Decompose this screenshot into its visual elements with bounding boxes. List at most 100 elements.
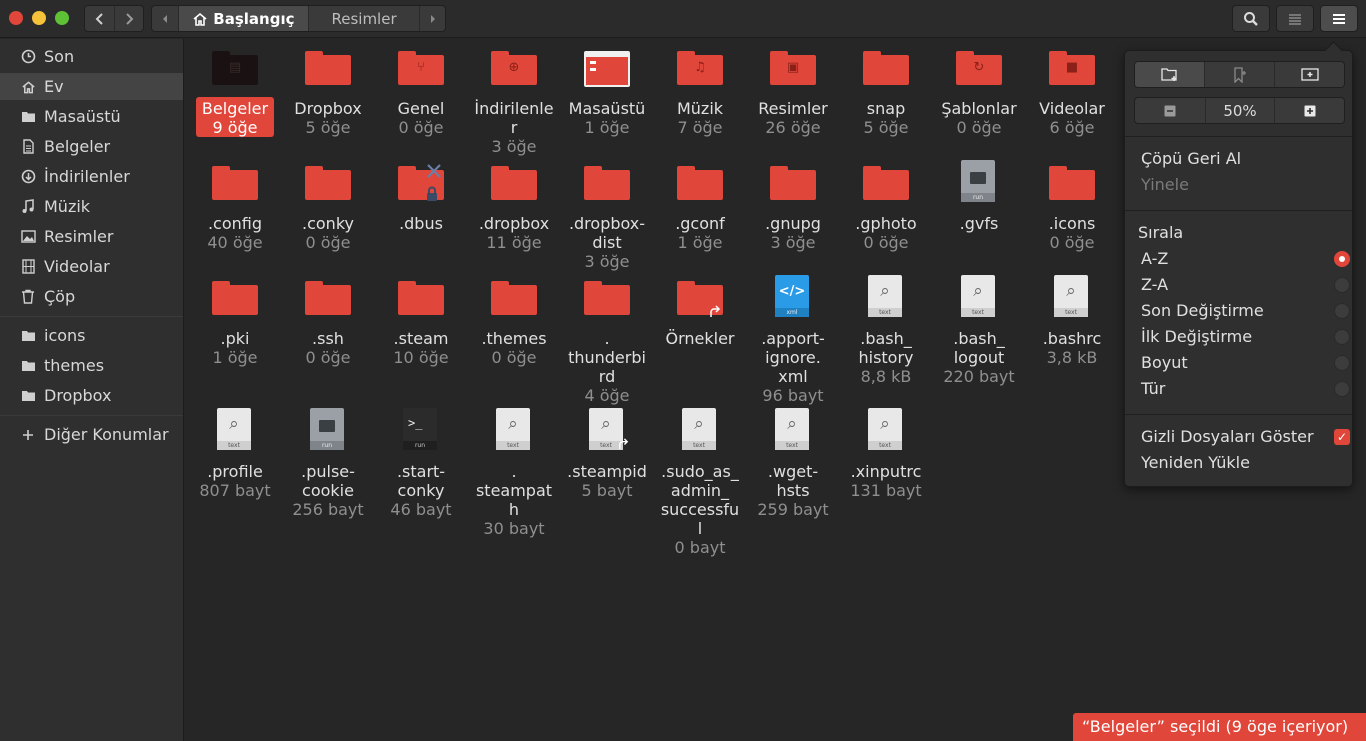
file-item-genel[interactable]: ⑂ Genel 0 öğe	[375, 39, 467, 137]
file-item-steampath[interactable]: ⌕ text . steampat h 30 bayt	[468, 402, 560, 538]
home-icon	[20, 79, 36, 95]
sort-option-first-modified[interactable]: İlk Değiştirme	[1141, 326, 1350, 348]
sidebar-item-belgeler[interactable]: Belgeler	[0, 133, 183, 160]
sidebar-other-locations[interactable]: Diğer Konumlar	[0, 421, 183, 448]
sidebar-item-cop[interactable]: Çöp	[0, 283, 183, 310]
reload-item[interactable]: Yeniden Yükle	[1141, 452, 1341, 474]
sidebar-item-muzik[interactable]: Müzik	[0, 193, 183, 220]
no-access-icon	[427, 164, 441, 178]
new-folder-button[interactable]	[1135, 62, 1204, 87]
file-item-apport-ignore[interactable]: </> xml .apport-ignore. xml 96 bayt	[747, 269, 839, 405]
breadcrumb-scroll-right[interactable]	[419, 6, 445, 31]
folder-video-icon: ■	[1048, 49, 1096, 97]
breadcrumb-home[interactable]: Başlangıç	[177, 6, 308, 31]
sidebar-item-masaustu[interactable]: Masaüstü	[0, 103, 183, 130]
breadcrumb-scroll-left[interactable]	[152, 6, 178, 31]
sort-option-type[interactable]: Tür	[1141, 378, 1350, 400]
breadcrumb-resimler[interactable]: Resimler	[307, 6, 419, 31]
radio-icon[interactable]	[1334, 381, 1350, 397]
image-icon	[20, 229, 36, 245]
file-item-resimler[interactable]: ▣ Resimler 26 öğe	[747, 39, 839, 137]
file-item-videolar[interactable]: ■ Videolar 6 öğe	[1026, 39, 1118, 137]
film-icon	[20, 259, 36, 275]
radio-icon[interactable]	[1334, 329, 1350, 345]
file-item-wget-hsts[interactable]: ⌕ text .wget-hsts 259 bayt	[747, 402, 839, 519]
file-item-conky[interactable]: .conky 0 öğe	[282, 154, 374, 252]
sidebar-item-ev[interactable]: Ev	[0, 73, 183, 100]
radio-icon[interactable]	[1334, 303, 1350, 319]
close-window-button[interactable]	[9, 11, 23, 25]
file-item-indirilenler[interactable]: ⊕ İndirilenle r 3 öğe	[468, 39, 560, 156]
sidebar-item-son[interactable]: Son	[0, 43, 183, 70]
minimize-window-button[interactable]	[32, 11, 46, 25]
file-item-snap[interactable]: snap 5 öğe	[840, 39, 932, 137]
file-item-gphoto[interactable]: .gphoto 0 öğe	[840, 154, 932, 252]
file-info: 5 bayt	[581, 481, 633, 500]
bookmark-add-button[interactable]	[1204, 62, 1274, 87]
sort-option-last-modified[interactable]: Son Değiştirme	[1141, 300, 1350, 322]
sort-option-z-a[interactable]: Z-A	[1141, 274, 1350, 296]
file-item-gconf[interactable]: .gconf 1 öğe	[654, 154, 746, 252]
file-item-xinputrc[interactable]: ⌕ text .xinputrc 131 bayt	[840, 402, 932, 500]
sort-option-size[interactable]: Boyut	[1141, 352, 1350, 374]
file-item-start-conky[interactable]: >_ run .start-conky 46 bayt	[375, 402, 467, 519]
sidebar-item-videolar[interactable]: Videolar	[0, 253, 183, 280]
file-info: 5 öğe	[305, 118, 351, 137]
music-icon	[20, 199, 36, 215]
file-type-band: text	[682, 441, 716, 450]
file-item-belgeler[interactable]: ▤ Belgeler 9 öğe	[189, 39, 281, 137]
maximize-window-button[interactable]	[55, 11, 69, 25]
file-item-ssh[interactable]: .ssh 0 öğe	[282, 269, 374, 367]
file-item-sudo-as-admin[interactable]: ⌕ text .sudo_as_ admin_ successfu l 0 bayt	[654, 402, 746, 557]
text-file-icon: ⌕ text	[862, 408, 910, 460]
sidebar-item-indirilenler[interactable]: İndirilenler	[0, 163, 183, 190]
zoom-out-button[interactable]	[1135, 98, 1205, 123]
search-button[interactable]	[1232, 5, 1270, 32]
file-item-steam[interactable]: .steam 10 öğe	[375, 269, 467, 367]
checkbox-checked-icon[interactable]: ✓	[1334, 429, 1350, 445]
file-name: . thunderbi rd	[568, 329, 646, 386]
zoom-in-button[interactable]	[1274, 98, 1344, 123]
file-item-bash-history[interactable]: ⌕ text .bash_ history 8,8 kB	[840, 269, 932, 386]
file-item-masaustu[interactable]: Masaüstü 1 öğe	[561, 39, 653, 137]
file-item-ornekler[interactable]: Örnekler	[654, 269, 746, 348]
file-item-dropbox[interactable]: Dropbox 5 öğe	[282, 39, 374, 137]
sidebar-item-resimler[interactable]: Resimler	[0, 223, 183, 250]
new-tab-button[interactable]	[1274, 62, 1344, 87]
file-item-dbus[interactable]: .dbus	[375, 154, 467, 233]
file-item-sablonlar[interactable]: ↻ Şablonlar 0 öğe	[933, 39, 1025, 137]
file-item-muzik[interactable]: ♫ Müzik 7 öğe	[654, 39, 746, 137]
file-item-dropbox-hidden[interactable]: .dropbox 11 öğe	[468, 154, 560, 252]
view-toggle-button[interactable]	[1276, 5, 1314, 32]
file-item-bashrc[interactable]: ⌕ text .bashrc 3,8 kB	[1026, 269, 1118, 367]
main-menu-popover: 50% Çöpü Geri Al Yinele Sırala A-Z Z-A S…	[1124, 50, 1353, 487]
sidebar-bookmark-themes[interactable]: themes	[0, 352, 183, 379]
sidebar-bookmark-dropbox[interactable]: Dropbox	[0, 382, 183, 409]
file-item-icons[interactable]: .icons 0 öğe	[1026, 154, 1118, 252]
sidebar-bookmark-icons[interactable]: icons	[0, 322, 183, 349]
file-item-pulse-cookie[interactable]: run .pulse-cookie 256 bayt	[282, 402, 374, 519]
file-item-gvfs[interactable]: run .gvfs	[933, 154, 1025, 233]
back-button[interactable]	[85, 6, 114, 31]
sort-option-a-z[interactable]: A-Z	[1141, 248, 1350, 270]
show-hidden-files-item[interactable]: Gizli Dosyaları Göster ✓	[1141, 426, 1350, 448]
file-item-themes[interactable]: .themes 0 öğe	[468, 269, 560, 367]
sidebar-item-label: Belgeler	[44, 137, 111, 156]
redo-item[interactable]: Yinele	[1141, 174, 1341, 196]
radio-icon[interactable]	[1334, 277, 1350, 293]
file-item-dropbox-dist[interactable]: .dropbox-dist 3 öğe	[561, 154, 653, 271]
undo-trash-item[interactable]: Çöpü Geri Al	[1141, 148, 1341, 170]
zoom-level[interactable]: 50%	[1205, 98, 1274, 123]
radio-icon[interactable]	[1334, 355, 1350, 371]
file-item-gnupg[interactable]: .gnupg 3 öğe	[747, 154, 839, 252]
file-item-steampid[interactable]: ⌕ text .steampid 5 bayt	[561, 402, 653, 500]
file-item-profile[interactable]: ⌕ text .profile 807 bayt	[189, 402, 281, 500]
file-item-bash-logout[interactable]: ⌕ text .bash_ logout 220 bayt	[933, 269, 1025, 386]
file-item-config[interactable]: .config 40 öğe	[189, 154, 281, 252]
radio-selected-icon[interactable]	[1334, 251, 1350, 267]
forward-button[interactable]	[114, 6, 143, 31]
file-item-thunderbird[interactable]: . thunderbi rd 4 öğe	[561, 269, 653, 405]
file-info: 0 öğe	[305, 233, 351, 252]
file-item-pki[interactable]: .pki 1 öğe	[189, 269, 281, 367]
main-menu-button[interactable]	[1320, 5, 1358, 32]
